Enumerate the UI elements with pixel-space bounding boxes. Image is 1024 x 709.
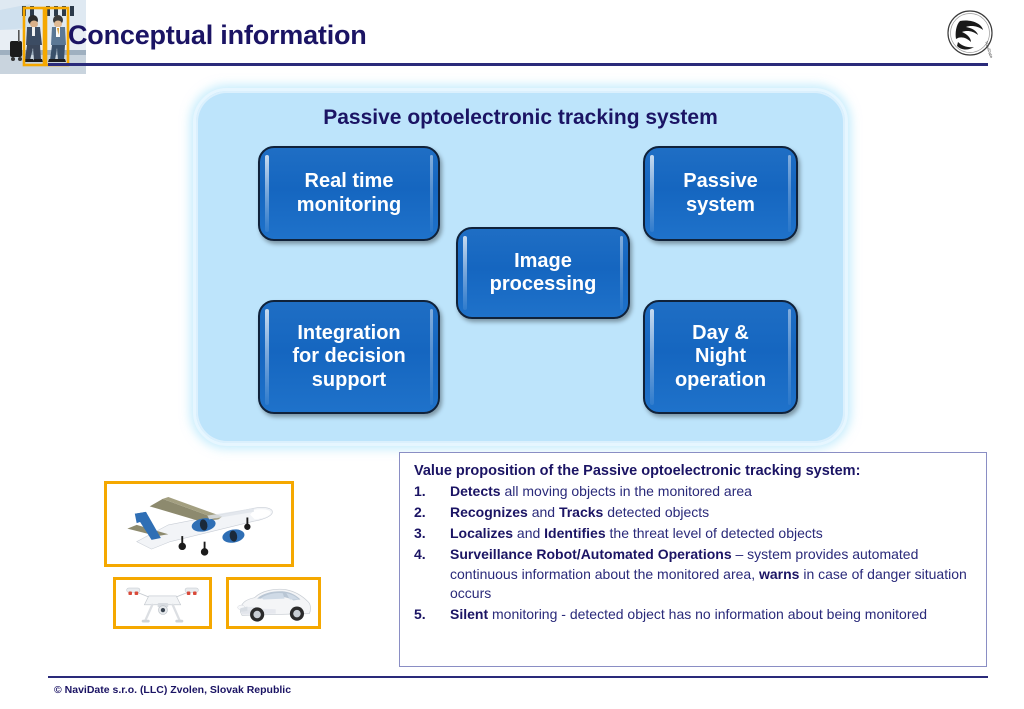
value-proposition-item-number: 5.	[414, 606, 426, 623]
footer-copyright: © NaviDate s.r.o. (LLC) Zvolen, Slovak R…	[54, 684, 292, 696]
value-proposition-box: Value proposition of the Passive optoele…	[399, 452, 987, 667]
value-proposition-item-text: Recognizes and Tracks detected objects	[450, 503, 710, 520]
slide: Conceptual information NaviDate Passive …	[0, 0, 1024, 709]
value-proposition-item-number: 3.	[414, 524, 426, 541]
value-proposition-item: 5. Silent monitoring - detected object ha…	[414, 605, 974, 625]
detection-image-car	[226, 577, 321, 629]
diagram-box-integration-for-decision-support[interactable]: Integration for decision support	[258, 300, 440, 414]
value-proposition-item-text: Localizes and Identifies the threat leve…	[450, 524, 823, 541]
page-title: Conceptual information	[68, 20, 367, 50]
diagram-box-label: Image processing	[489, 249, 597, 295]
diagram-box-label: Passive system	[683, 170, 758, 216]
diagram-box-passive-system[interactable]: Passive system	[643, 146, 798, 241]
value-proposition-item-text: Detects all moving objects in the monito…	[450, 483, 752, 499]
diagram-box-real-time-monitoring[interactable]: Real time monitoring	[258, 146, 440, 241]
value-proposition-item-number: 1.	[414, 483, 426, 499]
diagram-box-label: Real time monitoring	[296, 170, 402, 216]
value-proposition-item: 4. Surveillance Robot/Automated Operation…	[414, 545, 974, 605]
diagram-box-image-processing[interactable]: Image processing	[456, 227, 630, 319]
value-proposition-title: Value proposition of the Passive optoele…	[414, 463, 861, 479]
value-proposition-item: 1. Detects all moving objects in the moni…	[414, 482, 974, 502]
value-proposition-item: 2. Recognizes and Tracks detected objects	[414, 503, 974, 523]
detection-image-drone	[113, 577, 212, 629]
svg-text:NaviDate: NaviDate	[984, 41, 994, 58]
header-divider	[48, 63, 988, 66]
footer-divider	[48, 676, 988, 678]
value-proposition-item-text: Surveillance Robot/Automated Operations …	[450, 545, 967, 602]
value-proposition-item-number: 2.	[414, 503, 426, 520]
navidate-bird-circle-logo-icon: NaviDate	[938, 8, 1002, 58]
detection-image-airplane	[104, 481, 294, 567]
value-proposition-item-number: 4.	[414, 545, 426, 562]
value-proposition-item-text: Silent monitoring - detected object has …	[450, 606, 928, 623]
value-proposition-list: 1. Detects all moving objects in the moni…	[414, 482, 974, 625]
diagram-panel-title: Passive optoelectronic tracking system	[323, 106, 718, 129]
diagram-box-day-and-night-operation[interactable]: Day & Night operation	[643, 300, 798, 414]
diagram-box-label: Integration for decision support	[292, 321, 406, 391]
diagram-box-label: Day & Night operation	[674, 321, 767, 391]
value-proposition-item: 3. Localizes and Identifies the threat le…	[414, 524, 974, 544]
